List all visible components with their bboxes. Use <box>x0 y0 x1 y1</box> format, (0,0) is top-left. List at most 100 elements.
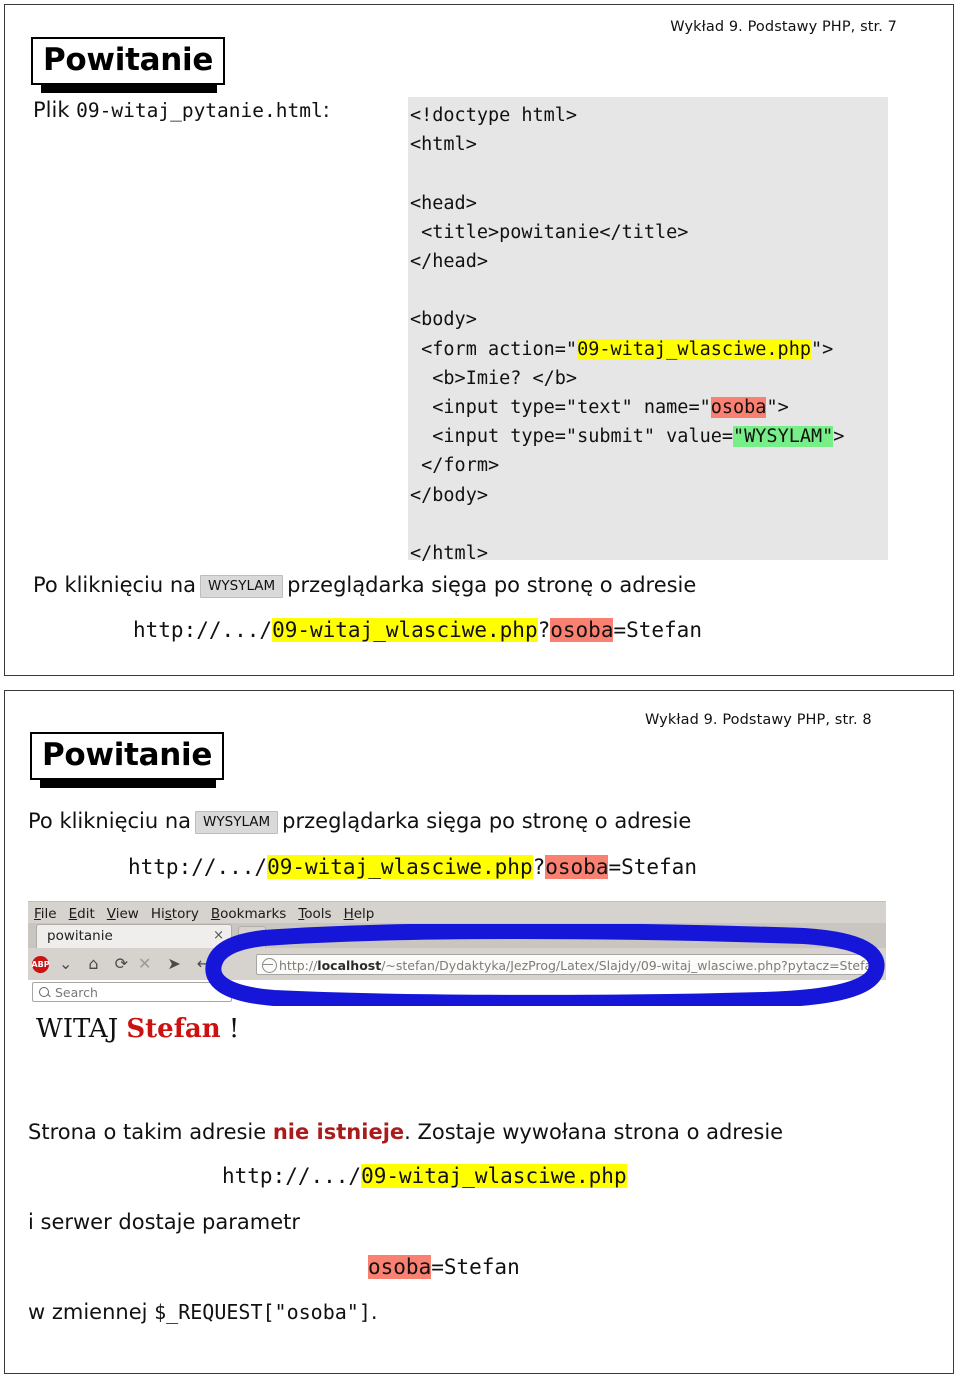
code-block: <!doctype html> <html> <head> <title>pow… <box>408 97 888 564</box>
code-line-11-pre: <input type="text" name=" <box>410 397 711 419</box>
code-line-2: <html> <box>410 134 477 156</box>
search-placeholder: Search <box>55 985 98 1000</box>
note-zmienna-post: . <box>370 1300 378 1324</box>
slide-1: Wykład 9. Podstawy PHP, str. 7 Powitanie… <box>4 4 954 676</box>
browser-tab[interactable]: powitanie × <box>36 924 232 948</box>
greeting-pre: WITAJ <box>36 1014 127 1044</box>
note-zmienna: w zmiennej $_REQUEST["osoba"]. <box>28 1300 378 1324</box>
greeting-name: Stefan <box>126 1014 221 1044</box>
code-action-highlight: 09-witaj_wlasciwe.php <box>577 338 811 360</box>
menu-item-bookmarks[interactable]: Bookmarks <box>205 902 292 923</box>
note-zmienna-pre: w zmiennej <box>28 1300 155 1324</box>
page-greeting: WITAJ Stefan ! <box>36 1014 239 1044</box>
url-param-highlight: osoba <box>550 618 614 642</box>
menu-item-view[interactable]: View <box>101 902 145 923</box>
back-arrow-icon[interactable]: ← <box>197 955 210 973</box>
url-scheme: http:// <box>279 958 318 973</box>
new-tab-button[interactable] <box>238 926 266 949</box>
url-bar[interactable]: http://localhost/~stefan/Dydaktyka/JezPr… <box>256 954 878 975</box>
code-line-6: </head> <box>410 251 488 273</box>
wysylam-button[interactable]: WYSYLAM <box>195 811 279 834</box>
param-name-highlight: osoba <box>368 1255 432 1279</box>
search-icon <box>39 987 49 997</box>
menu-item-file[interactable]: File <box>28 902 63 923</box>
code-line-5: <title>powitanie</title> <box>410 221 689 243</box>
slide-header-2: Wykład 9. Podstawy PHP, str. 8 <box>645 712 872 728</box>
code-line-11-post: "> <box>766 397 789 419</box>
url-host: localhost <box>317 958 382 973</box>
browser-toolbar-icons: ABP ⌄ ⌂ ⟳ ✕ ➤ ← <box>31 952 210 976</box>
url-path-highlight: 09-witaj_wlasciwe.php <box>267 855 533 879</box>
close-icon[interactable]: × <box>213 928 224 943</box>
reload-icon[interactable]: ⟳ <box>115 955 128 973</box>
code-line-12-post: > <box>833 426 845 448</box>
note-strona-emphasis: nie istnieje <box>272 1120 405 1144</box>
click-sentence-post: przeglądarka sięga po stronę o adresie <box>282 809 692 833</box>
click-sentence-post: przeglądarka sięga po stronę o adresie <box>287 573 697 597</box>
code-line-13: </form> <box>410 455 500 477</box>
url-param-highlight: osoba <box>545 855 609 879</box>
file-label-prefix: Plik <box>33 98 77 122</box>
menu-item-edit[interactable]: Edit <box>63 902 101 923</box>
greeting-post: ! <box>220 1014 240 1044</box>
title-box: Powitanie <box>31 37 226 85</box>
url-question-mark: ? <box>537 618 551 642</box>
fallback-url-highlight: 09-witaj_wlasciwe.php <box>361 1164 627 1188</box>
fallback-url-prefix: http://.../ <box>222 1164 362 1188</box>
note-serwer: i serwer dostaje parametr <box>28 1210 301 1234</box>
page-title-2: Powitanie <box>42 737 213 773</box>
stop-icon[interactable]: ✕ <box>138 955 151 973</box>
adblock-plus-icon[interactable]: ABP <box>31 955 50 973</box>
code-line-1: <!doctype html> <box>410 105 578 126</box>
browser-content-area <box>28 1002 886 1005</box>
click-sentence-2: Po kliknięciu na WYSYLAM przeglądarka sięg… <box>28 809 691 834</box>
url-prefix: http://.../ <box>133 618 273 642</box>
server-parameter: osoba=Stefan <box>368 1255 520 1279</box>
note-strona-post: . Zostaje wywołana strona o adresie <box>404 1120 784 1144</box>
code-value-highlight: "WYSYLAM" <box>733 426 834 448</box>
browser-menubar: File Edit View History Bookmarks Tools Help <box>28 901 886 924</box>
fallback-url: http://.../09-witaj_wlasciwe.php <box>222 1164 627 1188</box>
slide-title-plaque-1: Powitanie <box>31 37 226 93</box>
url-param-value: =Stefan <box>613 618 702 642</box>
file-label: Plik 09-witaj_pytanie.html: <box>33 98 330 122</box>
send-icon[interactable]: ➤ <box>167 955 180 973</box>
click-sentence-1: Po kliknięciu na WYSYLAM przeglądarka sięg… <box>33 573 696 598</box>
menu-item-tools[interactable]: Tools <box>292 902 337 923</box>
url-param-value: =Stefan <box>608 855 697 879</box>
param-value: =Stefan <box>431 1255 520 1279</box>
slide-header-1: Wykład 9. Podstawy PHP, str. 7 <box>670 19 897 35</box>
browser-screenshot: File Edit View History Bookmarks Tools Help po… <box>28 901 886 1005</box>
code-line-10: <b>Imie? </b> <box>410 367 578 389</box>
url-path: /~stefan/Dydaktyka/JezProg/Latex/Slajdy/… <box>381 958 878 973</box>
menu-item-history[interactable]: History <box>145 902 205 923</box>
note-strona: Strona o takim adresie nie istnieje. Zos… <box>28 1120 783 1144</box>
browser-tab-title: powitanie <box>47 928 113 944</box>
click-sentence-pre: Po kliknięciu na <box>33 573 197 597</box>
code-line-4: <head> <box>410 192 477 214</box>
chevron-down-icon[interactable]: ⌄ <box>59 955 72 973</box>
code-line-9-post: "> <box>810 338 834 360</box>
globe-icon <box>262 958 277 973</box>
url-path-highlight: 09-witaj_wlasciwe.php <box>272 618 538 642</box>
code-line-8: <body> <box>410 309 477 331</box>
code-line-9-pre: <form action=" <box>410 338 578 360</box>
menu-item-help[interactable]: Help <box>338 902 381 923</box>
search-input[interactable]: Search <box>32 982 232 1002</box>
file-name: 09-witaj_pytanie.html <box>76 99 323 122</box>
note-strona-pre: Strona o takim adresie <box>28 1120 273 1144</box>
code-line-16: </html> <box>410 543 488 565</box>
file-label-suffix: : <box>322 98 330 122</box>
code-line-14: </body> <box>410 484 488 506</box>
url-prefix: http://.../ <box>128 855 268 879</box>
page-title: Powitanie <box>43 42 214 78</box>
click-sentence-pre: Po kliknięciu na <box>28 809 192 833</box>
result-url-2: http://.../09-witaj_wlasciwe.php?osoba=S… <box>128 855 697 879</box>
result-url-1: http://.../09-witaj_wlasciwe.php?osoba=S… <box>133 618 702 642</box>
code-name-highlight: osoba <box>710 397 767 419</box>
browser-tabstrip: powitanie × <box>28 923 886 949</box>
wysylam-button[interactable]: WYSYLAM <box>200 575 284 598</box>
home-icon[interactable]: ⌂ <box>88 955 98 973</box>
code-line-12-pre: <input type="submit" value= <box>410 426 734 448</box>
url-question-mark: ? <box>532 855 546 879</box>
